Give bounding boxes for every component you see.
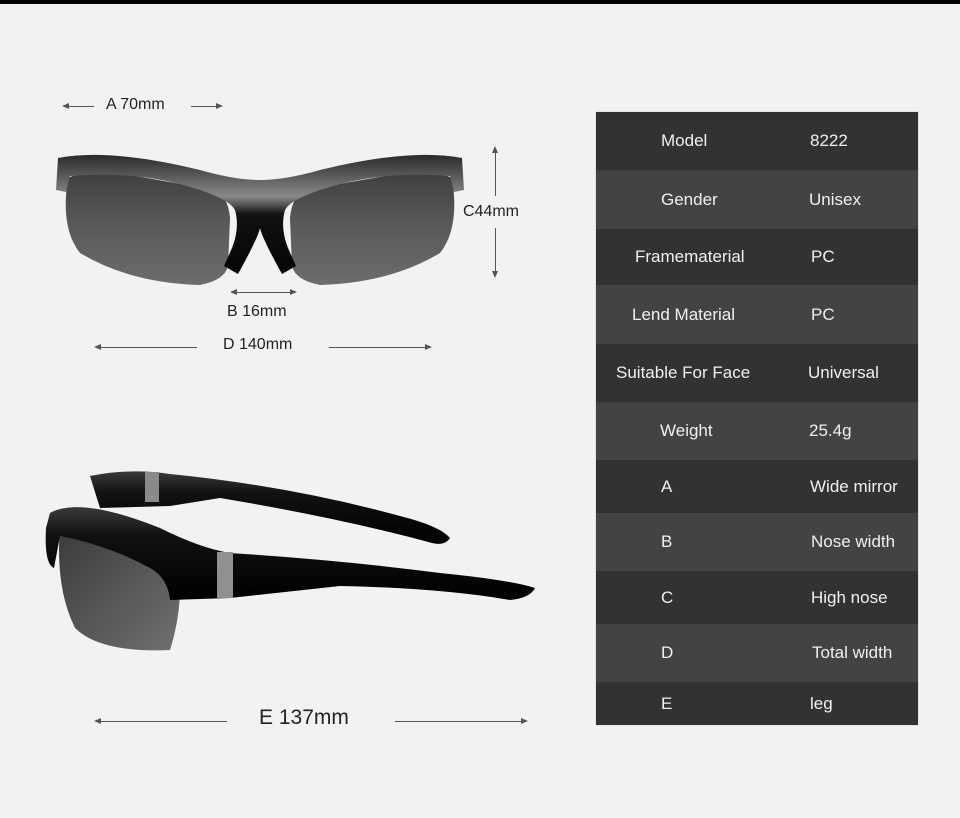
dimension-c-label: C44mm	[463, 203, 520, 220]
dimension-a-arrow-left	[62, 103, 94, 109]
dimension-d-arrow-right	[329, 344, 432, 350]
spec-key: Framematerial	[635, 247, 745, 266]
spec-value: leg	[810, 693, 833, 713]
spec-value: High nose	[811, 587, 888, 607]
spec-key: Gender	[661, 189, 718, 209]
spec-key: Suitable For Face	[616, 363, 751, 382]
spec-table: Model 8222 Gender Unisex Framematerial P…	[596, 112, 918, 725]
dimension-c-arrow-up	[492, 146, 498, 196]
spec-row-a: A Wide mirror	[596, 460, 918, 513]
spec-value: Nose width	[811, 532, 896, 551]
dimension-d-label: D 140mm	[223, 336, 293, 353]
spec-key: B	[661, 532, 673, 551]
dimension-e-arrow-left	[94, 718, 227, 724]
dimension-d-arrow-left	[94, 344, 197, 350]
spec-row-b: B Nose width	[596, 513, 918, 571]
spec-key: Lend Material	[632, 304, 736, 324]
spec-value: Wide mirror	[810, 476, 898, 496]
spec-value: Total width	[812, 643, 893, 662]
spec-row-lens-material: Lend Material PC	[596, 285, 918, 344]
spec-row-e: E leg	[596, 682, 918, 725]
spec-row-framematerial: Framematerial PC	[596, 229, 918, 285]
spec-key: E	[661, 693, 673, 713]
spec-row-model: Model 8222	[596, 112, 918, 170]
spec-row-gender: Gender Unisex	[596, 170, 918, 229]
spec-key: Model	[661, 131, 708, 150]
sunglasses-front-image	[56, 154, 464, 285]
far-hinge-band	[145, 472, 159, 502]
near-hinge-band	[217, 552, 233, 598]
dimension-e-label: E 137mm	[259, 706, 349, 729]
spec-row-weight: Weight 25.4g	[596, 402, 918, 460]
spec-value: 8222	[810, 131, 848, 150]
spec-value: PC	[811, 304, 835, 324]
spec-key: Weight	[660, 421, 713, 440]
spec-value: Unisex	[809, 189, 861, 209]
spec-key: C	[661, 587, 674, 607]
sunglasses-side-image	[45, 471, 536, 651]
spec-key: A	[661, 476, 673, 496]
dimension-b-arrow	[230, 289, 297, 295]
spec-value: PC	[811, 247, 835, 266]
dimension-b-label: B 16mm	[227, 303, 287, 320]
spec-row-d: D Total width	[596, 624, 918, 682]
spec-value: Universal	[808, 363, 879, 382]
dimension-c-arrow-down	[492, 228, 498, 278]
dimension-a-label: A 70mm	[106, 96, 165, 113]
dimension-a-arrow-right	[191, 103, 223, 109]
top-border	[0, 0, 960, 4]
spec-value: 25.4g	[809, 421, 852, 440]
spec-row-c: C High nose	[596, 571, 918, 624]
spec-key: D	[661, 643, 674, 662]
spec-row-face: Suitable For Face Universal	[596, 344, 918, 402]
dimension-e-arrow-right	[395, 718, 528, 724]
